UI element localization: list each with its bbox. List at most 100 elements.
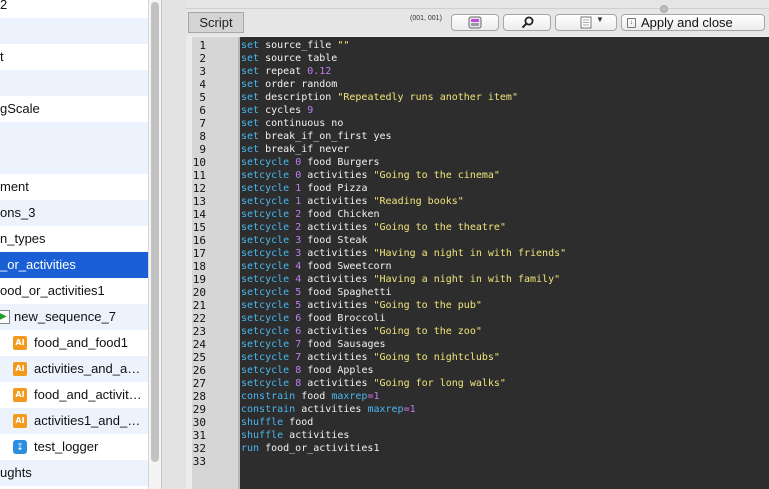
code-token: set [241,53,260,64]
code-token: activities [301,326,374,337]
tree-item[interactable]: AI activities1_and_… [0,408,148,434]
tree-scrollbar[interactable] [148,0,162,489]
code-token: "Going for long walks" [373,378,506,389]
tree-item[interactable] [0,70,148,96]
code-token: 9 [307,105,314,116]
code-token: food_or_activities1 [259,443,380,454]
code-token: setcycle [241,209,290,220]
tree-item[interactable]: gScale [0,96,148,122]
search-button[interactable] [503,14,551,31]
code-token: activities [301,196,374,207]
code-line[interactable]: setcycle 4 activities "Having a night in… [241,273,560,286]
line-number: 20 [192,286,206,299]
code-token: activities [301,248,374,259]
code-token: setcycle [241,261,290,272]
tree-item[interactable]: ment [0,174,148,200]
tree-item-label: ood_or_activities1 [0,283,105,298]
code-line[interactable]: setcycle 8 food Apples [241,364,373,377]
tree-item-label: activities_and_a… [34,361,141,376]
toggle-view-button[interactable] [451,14,499,31]
tree-item[interactable]: ▶ new_sequence_7 [0,304,148,330]
code-line[interactable]: setcycle 6 activities "Going to the zoo" [241,325,482,338]
tree-item[interactable]: t [0,44,148,70]
code-token: set [241,105,260,116]
tab-script[interactable]: Script [188,12,244,33]
code-line[interactable]: set cycles 9 [241,104,313,117]
code-line[interactable]: setcycle 3 activities "Having a night in… [241,247,566,260]
tree-item[interactable] [0,122,148,148]
line-number: 9 [199,143,206,156]
scrollbar-thumb[interactable] [151,2,159,462]
script-editor[interactable]: 1 2 3 4 5 6 7 8 9 10 11 12 13 14 15 16 17 18 19 20 21 22 23 24 2… [192,37,769,489]
code-line[interactable]: set description "Repeatedly runs another… [241,91,518,104]
cursor-position: (001, 001) [410,15,442,22]
tree-item[interactable] [0,148,148,174]
code-line[interactable]: setcycle 1 activities "Reading books" [241,195,464,208]
line-number: 14 [192,208,206,221]
tree-item[interactable]: AI food_and_activit… [0,382,148,408]
sequence-icon: ▶ [0,310,10,324]
code-token: food Spaghetti [301,287,392,298]
code-token: setcycle [241,326,290,337]
tree-item[interactable]: 2 [0,0,148,18]
code-line[interactable]: setcycle 0 activities "Going to the cine… [241,169,500,182]
document-menu-button[interactable]: ▼ [555,14,617,31]
code-token: food [295,391,332,402]
tree-item[interactable]: n_types [0,226,148,252]
code-line[interactable]: set source_file "" [241,39,349,52]
code-line[interactable]: setcycle 0 food Burgers [241,156,380,169]
tree-item-label: ment [0,179,29,194]
code-token: set [241,66,260,77]
code-line[interactable]: setcycle 7 activities "Going to nightclu… [241,351,500,364]
code-line[interactable]: constrain food maxrep=1 [241,390,380,403]
code-token: set [241,131,260,142]
code-line[interactable]: shuffle food [241,416,313,429]
tree-item[interactable]: AI activities_and_a… [0,356,148,382]
tree-item[interactable]: ↧ test_logger [0,434,148,460]
code-line[interactable]: set repeat 0.12 [241,65,331,78]
tree-item[interactable]: ughts [0,460,148,486]
code-token: activities [283,430,350,441]
code-line[interactable]: setcycle 2 food Chicken [241,208,380,221]
code-line[interactable]: setcycle 6 food Broccoli [241,312,386,325]
apply-and-close-button[interactable]: ↓ Apply and close [621,14,765,31]
code-line[interactable]: setcycle 3 food Steak [241,234,367,247]
drag-handle[interactable] [660,5,668,13]
tree-item[interactable]: ood_or_activities1 [0,278,148,304]
toggle-icon [468,16,482,29]
code-line[interactable]: setcycle 7 food Sausages [241,338,386,351]
code-token: activities [301,300,374,311]
code-token: 1 [373,391,380,402]
line-number: 10 [192,156,206,169]
code-line[interactable]: run food_or_activities1 [241,442,379,455]
code-line[interactable]: setcycle 5 activities "Going to the pub" [241,299,482,312]
code-line[interactable]: constrain activities maxrep=1 [241,403,416,416]
code-token: maxrep [331,391,368,402]
tree-item[interactable]: ons_3 [0,200,148,226]
code-token: "Reading books" [373,196,464,207]
code-token: order random [259,79,338,90]
code-line[interactable]: setcycle 1 food Pizza [241,182,367,195]
inline-script-icon: AI [13,388,27,402]
code-line[interactable]: shuffle activities [241,429,349,442]
code-line[interactable]: set continuous no [241,117,343,130]
code-token: food Broccoli [301,313,386,324]
line-number: 28 [192,390,206,403]
code-line[interactable]: setcycle 8 activities "Going for long wa… [241,377,506,390]
line-number: 4 [199,78,206,91]
code-line[interactable]: set order random [241,78,337,91]
panel-divider[interactable] [162,0,186,489]
dropdown-arrow-icon: ▼ [596,15,604,24]
code-line[interactable]: setcycle 5 food Spaghetti [241,286,392,299]
tree-item[interactable]: AI food_and_food1 [0,330,148,356]
tree-item-selected[interactable]: _or_activities [0,252,148,278]
code-line[interactable]: set source table [241,52,337,65]
code-token: activities [295,404,368,415]
code-line[interactable]: setcycle 4 food Sweetcorn [241,260,392,273]
code-line[interactable]: set break_if never [241,143,349,156]
code-line[interactable]: set break_if_on_first yes [241,130,392,143]
code-token: activities [301,378,374,389]
code-line[interactable]: setcycle 2 activities "Going to the thea… [241,221,506,234]
tree-item[interactable] [0,18,148,44]
tree-item-label: food_and_food1 [34,335,128,350]
